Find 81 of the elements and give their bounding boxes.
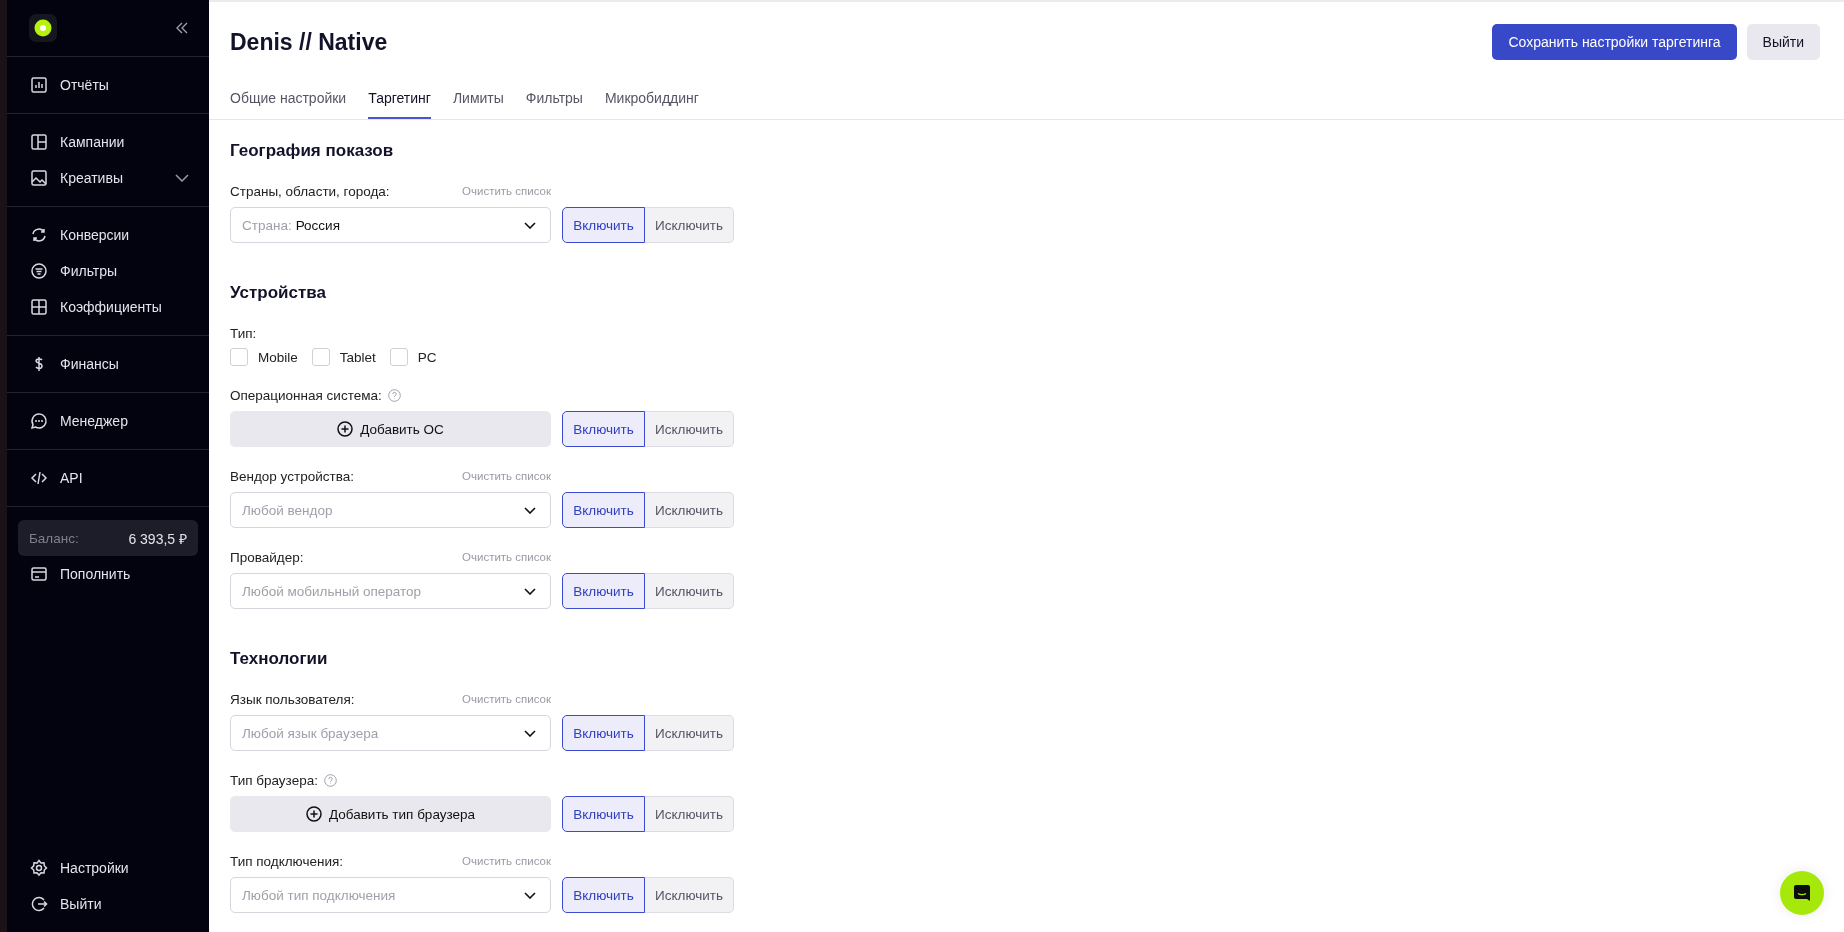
checkbox-label: Tablet [339,349,376,365]
include-button[interactable]: Включить [562,411,645,447]
image-icon [30,169,48,187]
field-label: Тип подключения: [230,853,344,869]
logout-icon [30,895,48,913]
collapse-icon[interactable] [175,22,189,34]
sidebar-item[interactable]: Конверсии [7,217,209,253]
field-label: Операционная система: [230,387,382,403]
field-label: Страны, области, города: [230,183,390,199]
balance-value: 6 393,5 ₽ [128,529,187,548]
code-icon [30,469,48,487]
sidebar-item[interactable]: Пополнить [7,556,209,592]
sidebar-item[interactable]: Кампании [7,124,209,160]
card-icon [30,565,48,583]
field-label: Вендор устройства: [230,468,354,484]
help-icon[interactable] [323,773,337,787]
chat-button[interactable] [1780,871,1824,915]
field-label: Язык пользователя: [230,691,355,707]
sidebar-item[interactable]: Фильтры [7,253,209,289]
field-label: Провайдер: [230,549,304,565]
include-button[interactable]: Включить [562,207,645,243]
chat-icon [30,412,48,430]
checkbox[interactable] [389,348,408,366]
sidebar-item[interactable]: Настройки [7,850,209,886]
plus-circle-icon [337,421,354,437]
sidebar-item[interactable]: Креативы [7,160,209,196]
include-button[interactable]: Включить [562,492,645,528]
tab[interactable]: Микробиддинг [604,84,699,119]
checkbox[interactable] [311,348,330,366]
sidebar-item[interactable]: Выйти [7,886,209,922]
sidebar-item[interactable]: API [7,460,209,496]
tab[interactable]: Общие настройки [230,84,347,119]
layout-icon [30,133,48,151]
plus-circle-icon [305,806,322,822]
section-title: Устройства [230,282,327,304]
exclude-button[interactable]: Исключить [645,492,734,528]
checkbox-label: Mobile [258,349,298,365]
exclude-button[interactable]: Исключить [645,877,734,913]
balance-label: Баланс: [29,530,79,546]
checkbox-label: PC [417,349,437,365]
tab[interactable]: Фильтры [525,84,583,119]
exclude-button[interactable]: Исключить [645,796,734,832]
include-button[interactable]: Включить [562,877,645,913]
bar-chart-icon [30,76,48,94]
sidebar-item[interactable]: Менеджер [7,403,209,439]
include-button[interactable]: Включить [562,573,645,609]
section-title: География показов [230,140,395,162]
include-button[interactable]: Включить [562,715,645,751]
chevron-down-icon [524,587,536,595]
section-title: Технологии [230,648,329,670]
sidebar-item[interactable]: Отчёты [7,67,209,103]
field-label: Тип: [230,325,257,341]
exclude-button[interactable]: Исключить [645,411,734,447]
chevron-down-icon [524,729,536,737]
grid-icon [30,298,48,316]
page-title: Denis // Native [230,28,388,56]
help-icon[interactable] [387,388,401,402]
include-button[interactable]: Включить [562,796,645,832]
logo-icon[interactable] [29,14,57,42]
add-button[interactable]: Добавить тип браузера [230,796,551,832]
filter-icon [30,262,48,280]
tab[interactable]: Таргетинг [368,84,431,119]
save-button[interactable]: Сохранить настройки таргетинга [1492,24,1737,60]
exclude-button[interactable]: Исключить [645,573,734,609]
chevron-down-icon [524,891,536,899]
settings-icon [30,859,48,877]
chevron-down-icon [524,221,536,229]
exclude-button[interactable]: Исключить [645,207,734,243]
checkbox[interactable] [230,348,248,366]
field-label: Тип браузера: [230,772,318,788]
refresh-icon [30,226,48,244]
add-button[interactable]: Добавить ОС [230,411,551,447]
exit-button[interactable]: Выйти [1746,24,1820,60]
sidebar-item[interactable]: Финансы [7,346,209,382]
sidebar-item[interactable]: Коэффициенты [7,289,209,325]
select-field[interactable]: Страна: Россия [230,207,551,243]
exclude-button[interactable]: Исключить [645,715,734,751]
chat-bubble-icon [1793,884,1811,902]
chevron-down-icon [524,506,536,514]
chevron-down-icon[interactable] [175,174,189,182]
tab[interactable]: Лимиты [452,84,504,119]
